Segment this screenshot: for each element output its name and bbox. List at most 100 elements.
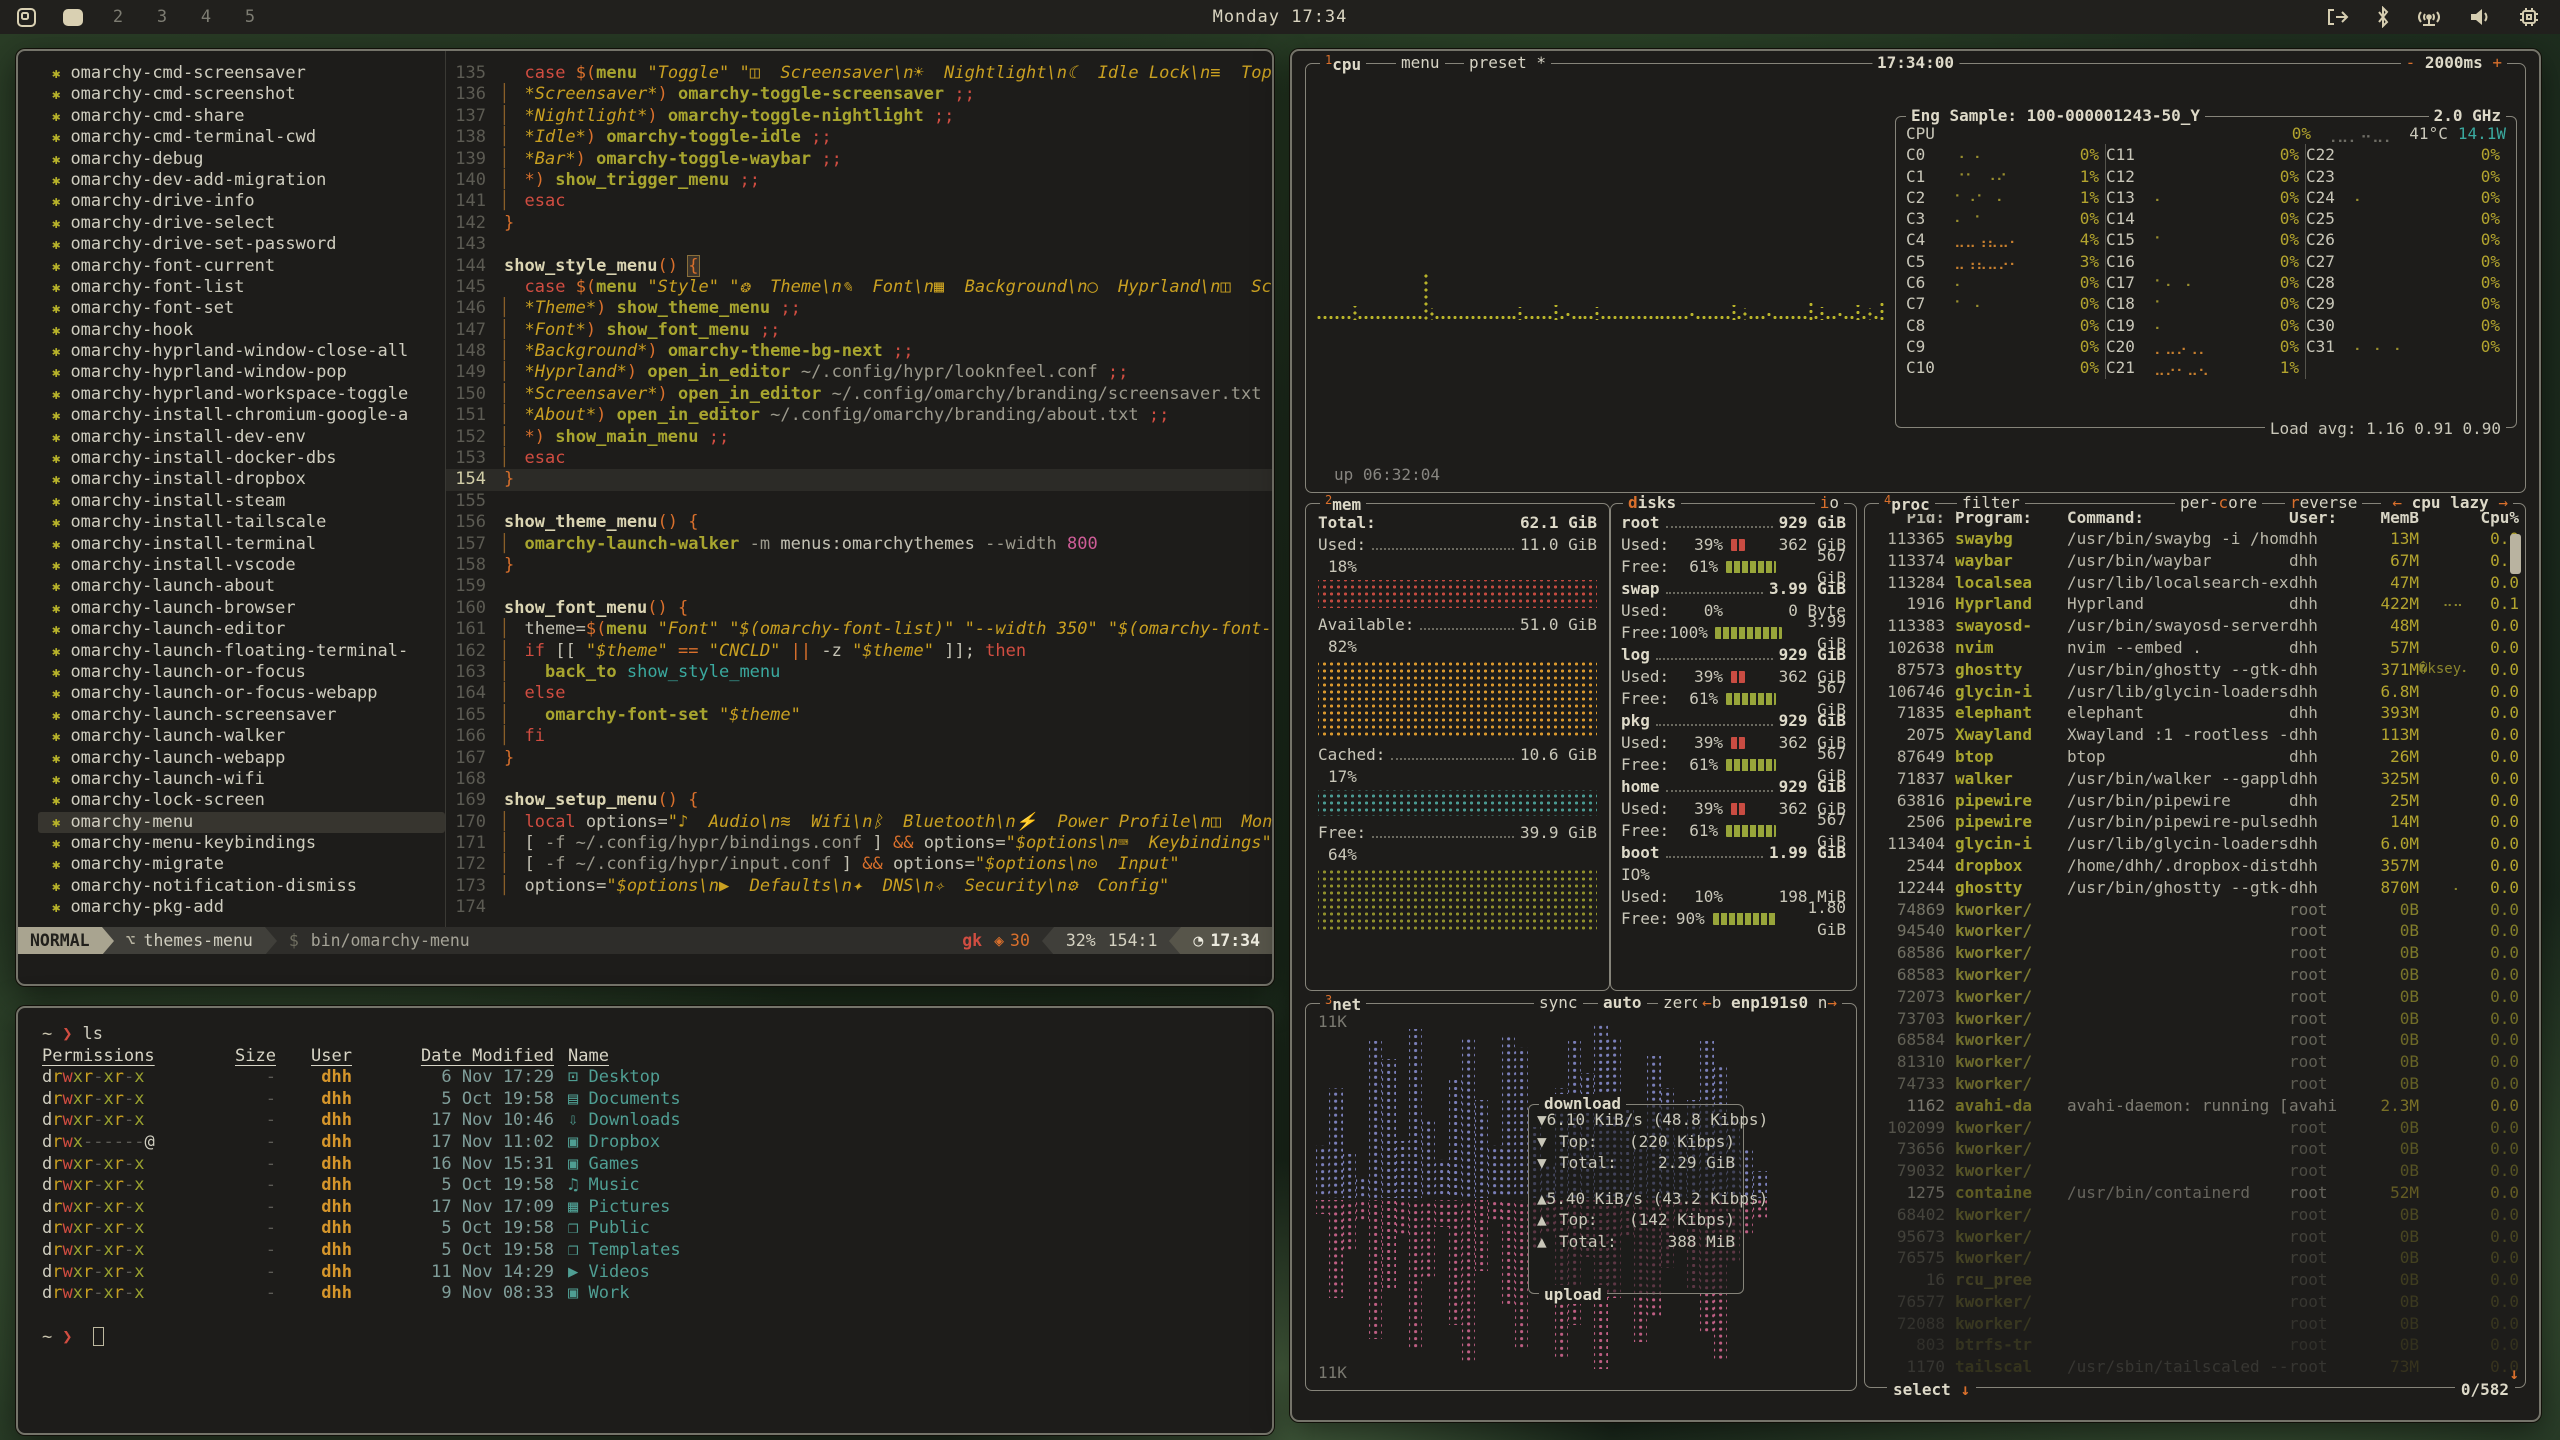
- btop-preset-button[interactable]: preset *: [1464, 53, 1551, 72]
- tree-item-omarchy-install-terminal[interactable]: ✱omarchy-install-terminal: [38, 534, 445, 555]
- net-sync-button[interactable]: sync: [1534, 993, 1583, 1012]
- proc-sort-selector[interactable]: ← cpu lazy →: [2387, 493, 2513, 512]
- process-row-113365[interactable]: 113365swaybg/usr/bin/swaybg -i /homdhh13…: [1865, 528, 2525, 550]
- tree-item-omarchy-drive-info[interactable]: ✱omarchy-drive-info: [38, 191, 445, 212]
- process-row-74869[interactable]: 74869kworker/root0B0.0: [1865, 899, 2525, 921]
- process-row-76575[interactable]: 76575kworker/root0B0.0: [1865, 1247, 2525, 1269]
- tab-disks[interactable]: disks: [1623, 493, 1681, 512]
- tree-item-omarchy-launch-walker[interactable]: ✱omarchy-launch-walker: [38, 726, 445, 747]
- process-row-68586[interactable]: 68586kworker/root0B0.0: [1865, 942, 2525, 964]
- process-row-72073[interactable]: 72073kworker/root0B0.0: [1865, 986, 2525, 1008]
- io-mode-button[interactable]: io: [1815, 493, 1844, 512]
- process-row-87573[interactable]: 87573ghostty/usr/bin/ghostty --gtk-dhh37…: [1865, 659, 2525, 681]
- process-row-76577[interactable]: 76577kworker/root0B0.0: [1865, 1291, 2525, 1313]
- process-row-74733[interactable]: 74733kworker/root0B0.0: [1865, 1073, 2525, 1095]
- tab-cpu[interactable]: 1cpu: [1320, 53, 1366, 74]
- tree-item-omarchy-launch-or-focus[interactable]: ✱omarchy-launch-or-focus: [38, 662, 445, 683]
- process-row-1162[interactable]: 1162avahi-daavahi-daemon: running [avahi…: [1865, 1095, 2525, 1117]
- tree-item-omarchy-drive-select[interactable]: ✱omarchy-drive-select: [38, 213, 445, 234]
- tree-item-omarchy-cmd-share[interactable]: ✱omarchy-cmd-share: [38, 106, 445, 127]
- proc-percore-button[interactable]: per-core: [2175, 493, 2262, 512]
- prompt-line-2[interactable]: ~ ❯: [42, 1327, 1272, 1349]
- process-row-1170[interactable]: 1170tailscal/usr/sbin/tailscaled --root7…: [1865, 1356, 2525, 1378]
- process-row-63816[interactable]: 63816pipewire/usr/bin/pipewiredhh25M0.0: [1865, 790, 2525, 812]
- tree-item-omarchy-font-current[interactable]: ✱omarchy-font-current: [38, 256, 445, 277]
- tree-item-omarchy-hyprland-window-close-all[interactable]: ✱omarchy-hyprland-window-close-all: [38, 341, 445, 362]
- process-row-71837[interactable]: 71837walker/usr/bin/walker --gappldhh325…: [1865, 768, 2525, 790]
- tab-net[interactable]: 3net: [1320, 993, 1366, 1014]
- process-row-2075[interactable]: 2075XwaylandXwayland :1 -rootless -dhh11…: [1865, 724, 2525, 746]
- proc-scrollbar[interactable]: [2510, 534, 2521, 574]
- process-row-1275[interactable]: 1275containe/usr/bin/containerdroot52M0.…: [1865, 1182, 2525, 1204]
- proc-reverse-button[interactable]: reverse: [2285, 493, 2362, 512]
- screenshare-icon[interactable]: [2326, 7, 2350, 27]
- chip-icon[interactable]: [2518, 6, 2540, 28]
- tree-item-omarchy-install-chromium-google-a[interactable]: ✱omarchy-install-chromium-google-a: [38, 405, 445, 426]
- tree-item-omarchy-launch-webapp[interactable]: ✱omarchy-launch-webapp: [38, 748, 445, 769]
- process-row-113404[interactable]: 113404glycin-i/usr/lib/glycin-loadersdhh…: [1865, 833, 2525, 855]
- process-row-73656[interactable]: 73656kworker/root0B0.0: [1865, 1138, 2525, 1160]
- process-row-106746[interactable]: 106746glycin-i/usr/lib/glycin-loadersdhh…: [1865, 681, 2525, 703]
- select-button[interactable]: select ↓: [1887, 1380, 1976, 1399]
- process-row-16[interactable]: 16rcu_preeroot0B0.0: [1865, 1269, 2525, 1291]
- tree-item-omarchy-pkg-add[interactable]: ✱omarchy-pkg-add: [38, 897, 445, 918]
- tree-item-omarchy-font-set[interactable]: ✱omarchy-font-set: [38, 298, 445, 319]
- tree-item-omarchy-cmd-screenshot[interactable]: ✱omarchy-cmd-screenshot: [38, 84, 445, 105]
- tree-item-omarchy-install-steam[interactable]: ✱omarchy-install-steam: [38, 491, 445, 512]
- tree-item-omarchy-cmd-screensaver[interactable]: ✱omarchy-cmd-screensaver: [38, 63, 445, 84]
- tree-item-omarchy-launch-editor[interactable]: ✱omarchy-launch-editor: [38, 619, 445, 640]
- process-row-68584[interactable]: 68584kworker/root0B0.0: [1865, 1029, 2525, 1051]
- net-auto-button[interactable]: auto: [1598, 993, 1647, 1012]
- process-row-81310[interactable]: 81310kworker/root0B0.0: [1865, 1051, 2525, 1073]
- tree-item-omarchy-launch-about[interactable]: ✱omarchy-launch-about: [38, 576, 445, 597]
- tree-item-omarchy-notification-dismiss[interactable]: ✱omarchy-notification-dismiss: [38, 876, 445, 897]
- process-row-12244[interactable]: 12244ghostty/usr/bin/ghostty --gtk-dhh87…: [1865, 877, 2525, 899]
- process-row-94540[interactable]: 94540kworker/root0B0.0: [1865, 920, 2525, 942]
- process-row-73703[interactable]: 73703kworker/root0B0.0: [1865, 1008, 2525, 1030]
- process-row-87649[interactable]: 87649btopbtopdhh26M0.0: [1865, 746, 2525, 768]
- tree-item-omarchy-install-dropbox[interactable]: ✱omarchy-install-dropbox: [38, 469, 445, 490]
- tree-item-omarchy-hyprland-workspace-toggle[interactable]: ✱omarchy-hyprland-workspace-toggle: [38, 384, 445, 405]
- tree-item-omarchy-cmd-terminal-cwd[interactable]: ✱omarchy-cmd-terminal-cwd: [38, 127, 445, 148]
- tree-item-omarchy-lock-screen[interactable]: ✱omarchy-lock-screen: [38, 790, 445, 811]
- process-row-2544[interactable]: 2544dropbox/home/dhh/.dropbox-distdhh357…: [1865, 855, 2525, 877]
- tree-item-omarchy-launch-browser[interactable]: ✱omarchy-launch-browser: [38, 598, 445, 619]
- tree-item-omarchy-launch-screensaver[interactable]: ✱omarchy-launch-screensaver: [38, 705, 445, 726]
- terminal-window[interactable]: ~ ❯ ls Permissions Size User Date Modifi…: [16, 1006, 1274, 1435]
- tree-item-omarchy-launch-floating-terminal-[interactable]: ✱omarchy-launch-floating-terminal-: [38, 641, 445, 662]
- tab-mem[interactable]: 2mem: [1320, 493, 1366, 514]
- process-row-71835[interactable]: 71835elephantelephantdhh393M0.0: [1865, 702, 2525, 724]
- tree-item-omarchy-debug[interactable]: ✱omarchy-debug: [38, 149, 445, 170]
- refresh-interval[interactable]: - 2000ms +: [2401, 53, 2507, 72]
- process-row-113383[interactable]: 113383swayosd-/usr/bin/swayosd-serverdhh…: [1865, 615, 2525, 637]
- tree-item-omarchy-install-docker-dbs[interactable]: ✱omarchy-install-docker-dbs: [38, 448, 445, 469]
- process-row-72088[interactable]: 72088kworker/root0B0.0: [1865, 1313, 2525, 1335]
- process-row-102638[interactable]: 102638nvimnvim --embed .dhh57M0.0: [1865, 637, 2525, 659]
- network-icon[interactable]: [2416, 6, 2442, 28]
- process-row-102099[interactable]: 102099kworker/root0B0.0: [1865, 1117, 2525, 1139]
- net-interface[interactable]: ←b enp191s0 n→: [1697, 993, 1842, 1012]
- tree-item-omarchy-launch-or-focus-webapp[interactable]: ✱omarchy-launch-or-focus-webapp: [38, 683, 445, 704]
- process-row-68583[interactable]: 68583kworker/root0B0.0: [1865, 964, 2525, 986]
- process-row-79032[interactable]: 79032kworker/root0B0.0: [1865, 1160, 2525, 1182]
- tree-item-omarchy-install-tailscale[interactable]: ✱omarchy-install-tailscale: [38, 512, 445, 533]
- btop-menu-button[interactable]: menu: [1396, 53, 1445, 72]
- process-row-68402[interactable]: 68402kworker/root0B0.0: [1865, 1204, 2525, 1226]
- tab-proc[interactable]: 4proc: [1879, 493, 1935, 514]
- tree-item-omarchy-install-vscode[interactable]: ✱omarchy-install-vscode: [38, 555, 445, 576]
- process-row-113284[interactable]: 113284localsea/usr/lib/localsearch-exdhh…: [1865, 572, 2525, 594]
- code-editor[interactable]: 135 case $(menu "Toggle" "◫ Screensaver\…: [446, 51, 1272, 927]
- volume-icon[interactable]: [2468, 6, 2492, 28]
- bluetooth-icon[interactable]: [2376, 6, 2390, 28]
- process-row-803[interactable]: 803btrfs-trroot0B0.0: [1865, 1334, 2525, 1356]
- tree-item-omarchy-menu[interactable]: ✱omarchy-menu: [38, 812, 445, 833]
- proc-filter-button[interactable]: filter: [1957, 493, 2025, 512]
- process-row-1916[interactable]: 1916HyprlandHyprlanddhh422M⠤⠤0.1: [1865, 593, 2525, 615]
- process-row-2506[interactable]: 2506pipewire/usr/bin/pipewire-pulsedhh14…: [1865, 811, 2525, 833]
- process-row-95673[interactable]: 95673kworker/root0B0.0: [1865, 1226, 2525, 1248]
- tree-item-omarchy-drive-set-password[interactable]: ✱omarchy-drive-set-password: [38, 234, 445, 255]
- process-row-113374[interactable]: 113374waybar/usr/bin/waybardhh67M0.0: [1865, 550, 2525, 572]
- tree-item-omarchy-dev-add-migration[interactable]: ✱omarchy-dev-add-migration: [38, 170, 445, 191]
- tree-item-omarchy-install-dev-env[interactable]: ✱omarchy-install-dev-env: [38, 427, 445, 448]
- tree-item-omarchy-font-list[interactable]: ✱omarchy-font-list: [38, 277, 445, 298]
